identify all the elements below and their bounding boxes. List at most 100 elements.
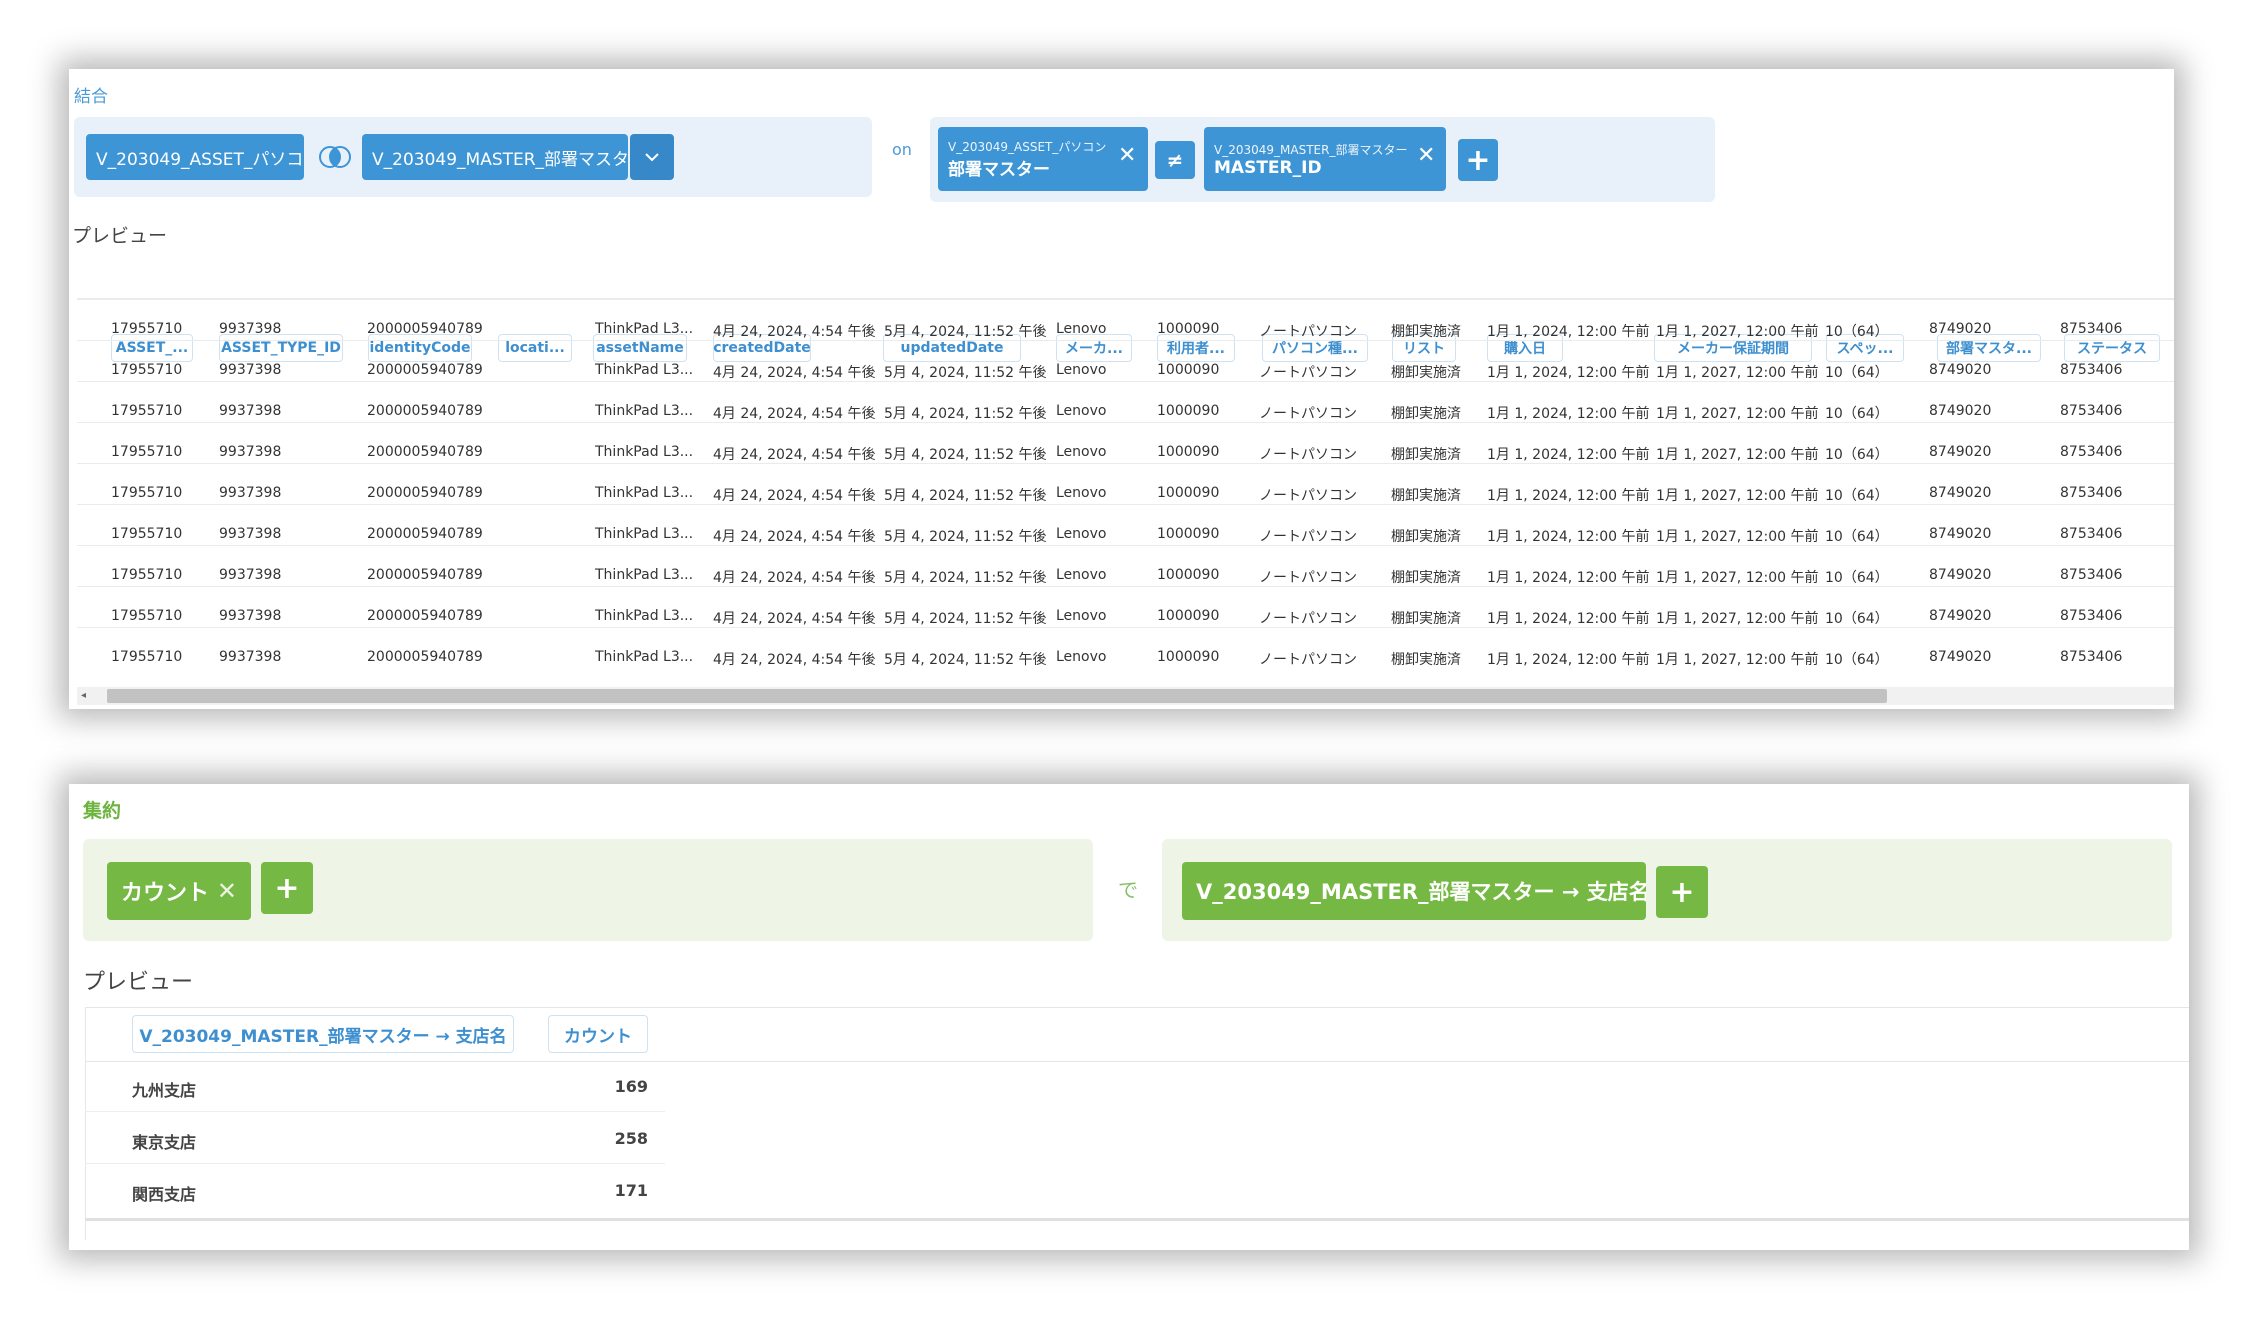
join-on-label: on: [892, 140, 912, 159]
table-cell-spec: 10（64）: [1825, 447, 1889, 463]
table-cell-user: 1000090: [1157, 526, 1220, 542]
chevron-down-icon[interactable]: [630, 134, 674, 180]
agg-column-header-branch[interactable]: V_203049_MASTER_部署マスター → 支店名: [132, 1015, 514, 1053]
table-cell-updated-date: 5月 4, 2024, 11:52 午後: [884, 488, 1047, 504]
table-cell-spec: 10（64）: [1825, 529, 1889, 545]
table-cell-spec: 10（64）: [1825, 365, 1889, 381]
table-cell-created-date: 4月 24, 2024, 4:54 午後: [713, 529, 876, 545]
table-cell-warranty: 1月 1, 2027, 12:00 午前: [1656, 611, 1819, 627]
divider: [85, 1007, 2189, 1008]
operator-not-equal-button[interactable]: ≠: [1155, 141, 1195, 179]
table-cell-maker: Lenovo: [1056, 403, 1107, 419]
table-cell-identity-code: 2000005940789: [367, 649, 483, 665]
column-header-identity-code[interactable]: identityCode: [368, 334, 472, 362]
table-cell-asset-id: 17955710: [111, 567, 183, 583]
table-cell-maker: Lenovo: [1056, 649, 1107, 665]
add-group-by-button[interactable]: +: [1656, 866, 1708, 918]
scroll-left-arrow-icon[interactable]: ◂: [81, 690, 86, 701]
aggregate-groupby-zone: V_203049_MASTER_部署マスター → 支店名 ✕ +: [1162, 839, 2172, 941]
condition-left-field-chip[interactable]: V_203049_ASSET_パソコン 部署マスター: [938, 127, 1148, 191]
agg-cell-count: 258: [614, 1129, 648, 1148]
table-cell-asset-name: ThinkPad L3...: [595, 485, 694, 501]
table-cell-maker: Lenovo: [1056, 362, 1107, 378]
table-cell-asset-type-id: 9937398: [219, 608, 282, 624]
table-cell-asset-type-id: 9937398: [219, 526, 282, 542]
table-cell-dept-master: 8749020: [1929, 485, 1992, 501]
condition-right-field: MASTER_ID: [1214, 157, 1322, 178]
table-row: [77, 340, 2174, 341]
table-row: [77, 381, 2174, 382]
table-cell-warranty: 1月 1, 2027, 12:00 午前: [1656, 652, 1819, 668]
table-cell-created-date: 4月 24, 2024, 4:54 午後: [713, 570, 876, 586]
metric-count-label: カウント: [121, 881, 210, 906]
table-cell-asset-id: 17955710: [111, 321, 183, 337]
venn-inner-join-icon[interactable]: [316, 145, 354, 169]
table-cell-asset-name: ThinkPad L3...: [595, 403, 694, 419]
close-icon[interactable]: ✕: [1417, 143, 1435, 168]
table-cell-user: 1000090: [1157, 567, 1220, 583]
table-cell-user: 1000090: [1157, 485, 1220, 501]
table-cell-warranty: 1月 1, 2027, 12:00 午前: [1656, 324, 1819, 340]
column-header-maker[interactable]: メーカ...: [1056, 334, 1132, 362]
table-cell-status: 8753406: [2060, 485, 2123, 501]
condition-right-source: V_203049_MASTER_部署マスター: [1214, 142, 1408, 157]
column-header-asset-name[interactable]: assetName: [593, 334, 687, 362]
table-cell-identity-code: 2000005940789: [367, 321, 483, 337]
table-cell-pc-type: ノートパソコン: [1259, 324, 1357, 340]
table-cell-updated-date: 5月 4, 2024, 11:52 午後: [884, 611, 1047, 627]
table-cell-dept-master: 8749020: [1929, 567, 1992, 583]
table-cell-dept-master: 8749020: [1929, 608, 1992, 624]
table-cell-asset-name: ThinkPad L3...: [595, 567, 694, 583]
column-header-user[interactable]: 利用者...: [1157, 334, 1235, 362]
column-header-status[interactable]: ステータス: [2064, 334, 2160, 362]
table-cell-status: 8753406: [2060, 526, 2123, 542]
agg-cell-count: 171: [614, 1181, 648, 1200]
group-by-label: で: [1118, 878, 1138, 902]
table-cell-created-date: 4月 24, 2024, 4:54 午後: [713, 406, 876, 422]
join-preview-title: プレビュー: [72, 225, 168, 247]
agg-column-header-count[interactable]: カウント: [548, 1015, 648, 1053]
table-cell-purchase-date: 1月 1, 2024, 12:00 午前: [1487, 652, 1650, 668]
close-icon[interactable]: ✕: [1118, 143, 1136, 168]
table-cell-purchase-date: 1月 1, 2024, 12:00 午前: [1487, 365, 1650, 381]
table-row: [77, 586, 2174, 587]
column-header-asset-id[interactable]: ASSET_...: [111, 334, 193, 362]
condition-right-field-chip[interactable]: V_203049_MASTER_部署マスター MASTER_ID: [1204, 127, 1446, 191]
table-cell-user: 1000090: [1157, 321, 1220, 337]
table-cell-status: 8753406: [2060, 608, 2123, 624]
join-condition-zone: V_203049_ASSET_パソコン 部署マスター ✕ ≠ V_203049_…: [930, 117, 1715, 202]
metric-count-chip[interactable]: カウント ✕: [107, 862, 251, 920]
left-table-chip[interactable]: V_203049_ASSET_パソコン: [86, 134, 304, 180]
table-cell-dept-master: 8749020: [1929, 362, 1992, 378]
column-header-location[interactable]: locati...: [498, 334, 572, 362]
right-table-chip[interactable]: V_203049_MASTER_部署マスター: [362, 134, 628, 180]
table-cell-asset-name: ThinkPad L3...: [595, 321, 694, 337]
column-header-dept-master[interactable]: 部署マスタ...: [1937, 334, 2041, 362]
table-cell-maker: Lenovo: [1056, 608, 1107, 624]
table-cell-asset-id: 17955710: [111, 444, 183, 460]
table-cell-dept-master: 8749020: [1929, 403, 1992, 419]
table-cell-asset-name: ThinkPad L3...: [595, 444, 694, 460]
table-cell-user: 1000090: [1157, 649, 1220, 665]
add-metric-button[interactable]: +: [261, 862, 313, 914]
table-cell-pc-type: ノートパソコン: [1259, 365, 1357, 381]
column-header-asset-type-id[interactable]: ASSET_TYPE_ID: [219, 334, 343, 362]
table-cell-list: 棚卸実施済: [1391, 570, 1461, 586]
table-cell-purchase-date: 1月 1, 2024, 12:00 午前: [1487, 324, 1650, 340]
agg-cell-branch: 関西支店: [132, 1185, 197, 1204]
join-step-panel: 結合 V_203049_ASSET_パソコン V_203049_MASTER_部…: [69, 69, 2174, 709]
add-condition-button[interactable]: +: [1458, 139, 1498, 181]
horizontal-scrollbar[interactable]: ◂: [77, 687, 2174, 705]
table-cell-dept-master: 8749020: [1929, 321, 1992, 337]
table-cell-dept-master: 8749020: [1929, 649, 1992, 665]
scrollbar-thumb[interactable]: [107, 689, 1887, 703]
divider: [85, 1061, 2189, 1062]
table-cell-list: 棚卸実施済: [1391, 365, 1461, 381]
table-cell-asset-id: 17955710: [111, 608, 183, 624]
table-cell-asset-name: ThinkPad L3...: [595, 608, 694, 624]
close-icon[interactable]: ✕: [217, 877, 237, 905]
table-cell-user: 1000090: [1157, 608, 1220, 624]
group-by-field-chip[interactable]: V_203049_MASTER_部署マスター → 支店名 ✕: [1182, 862, 1646, 920]
table-cell-created-date: 4月 24, 2024, 4:54 午後: [713, 324, 876, 340]
table-cell-status: 8753406: [2060, 444, 2123, 460]
